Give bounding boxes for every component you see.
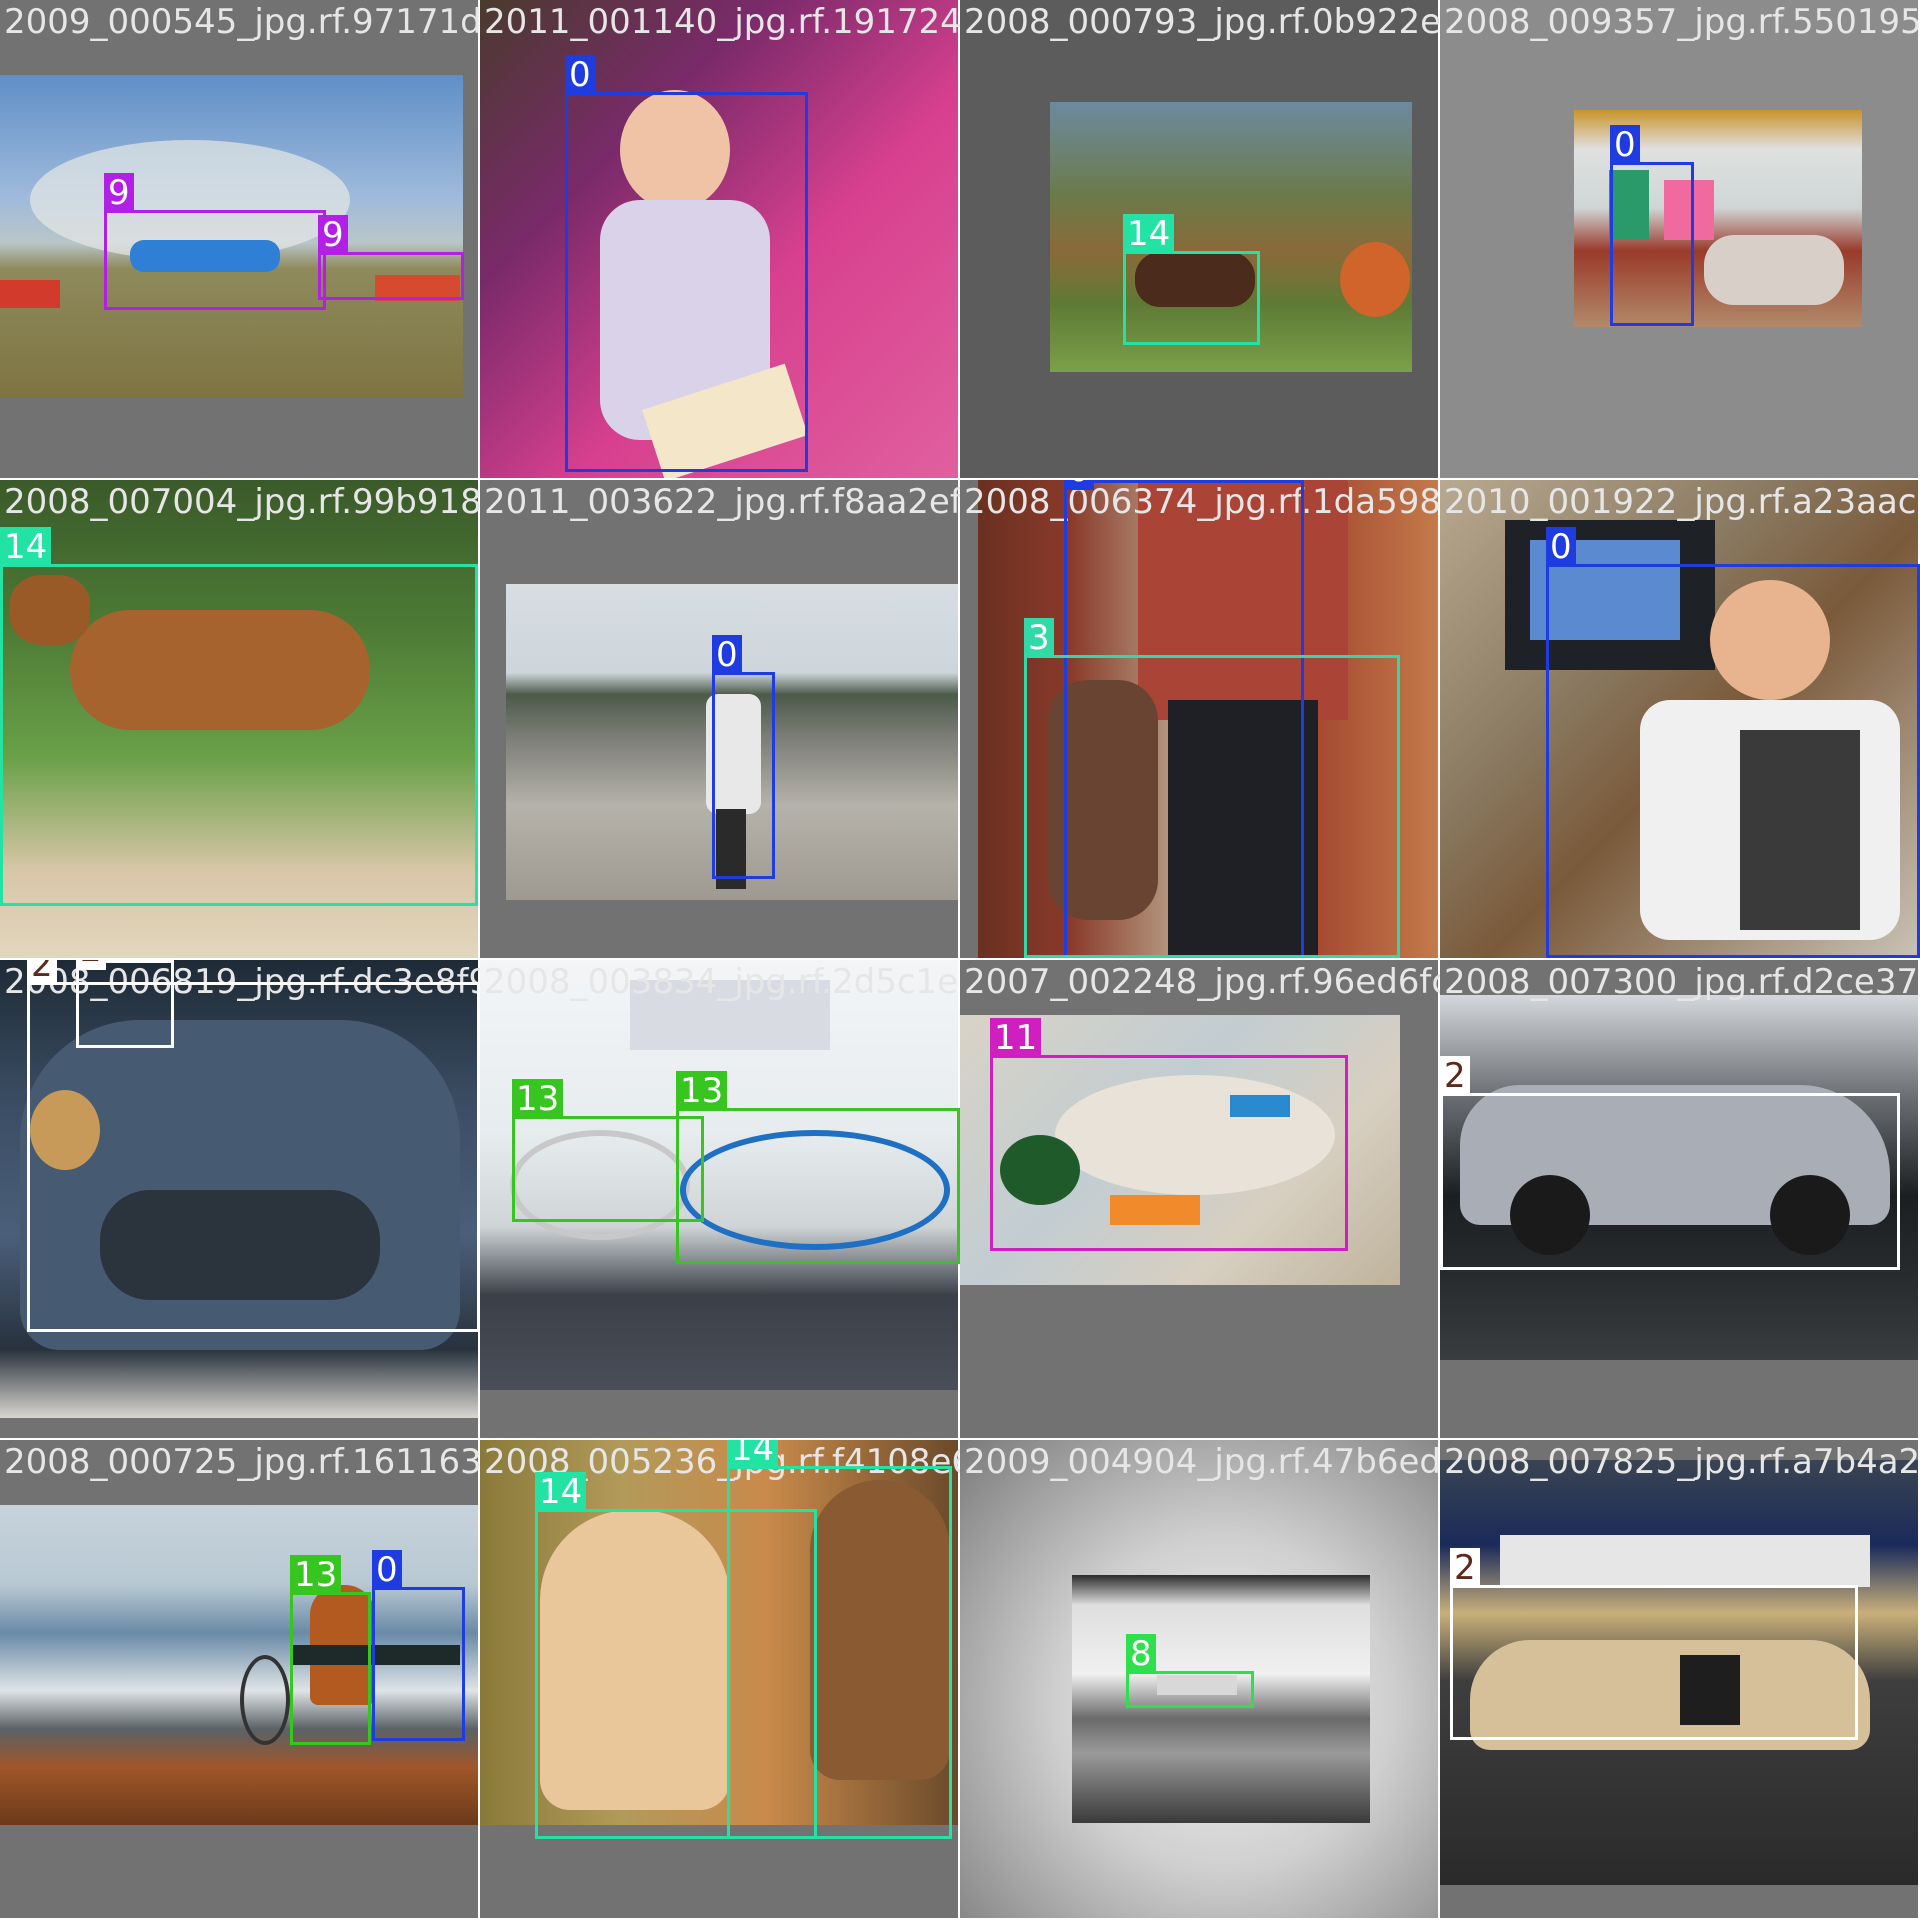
detection-box: 0 — [1610, 125, 1694, 326]
image-filename: 2008_000793_jpg.rf.0b922e — [964, 2, 1440, 42]
class-label: 13 — [290, 1555, 342, 1595]
image-filename: 2008_003834_jpg.rf.2d5c1e — [484, 962, 959, 1002]
class-label: 9 — [104, 173, 134, 213]
image-filename: 2011_003622_jpg.rf.f8aa2ef — [484, 482, 960, 522]
mosaic-tile: 2008_005236_jpg.rf.f4108e6 14 14 — [480, 1440, 960, 1920]
mosaic-tile: 2010_001922_jpg.rf.a23aac 0 — [1440, 480, 1920, 960]
class-label: 0 — [1546, 527, 1576, 567]
class-label: 3 — [1024, 618, 1054, 658]
detection-box: 14 — [1123, 214, 1260, 345]
mosaic-tile: 2011_001140_jpg.rf.191724 0 — [480, 0, 960, 480]
detection-box: 0 — [565, 55, 808, 472]
mosaic-tile: 2008_003834_jpg.rf.2d5c1e 13 13 — [480, 960, 960, 1440]
mosaic-tile: 2007_002248_jpg.rf.96ed6fc 11 — [960, 960, 1440, 1440]
class-label: 2 — [1440, 1056, 1470, 1096]
image-filename: 2008_009357_jpg.rf.550195 — [1444, 2, 1920, 42]
detection-box: 2 — [1450, 1548, 1858, 1740]
detection-box: 2 — [76, 960, 174, 1048]
mosaic-tile: 2009_004904_jpg.rf.47b6ede 8 — [960, 1440, 1440, 1920]
mosaic-tile: 2008_009357_jpg.rf.550195 0 — [1440, 0, 1920, 480]
class-label: 0 — [565, 55, 595, 95]
detection-box: 14 — [0, 527, 478, 906]
detection-box: 14 — [727, 1440, 952, 1839]
class-label: 14 — [535, 1472, 587, 1512]
class-label: 2 — [1450, 1548, 1480, 1588]
detection-box: 0 — [1546, 527, 1920, 958]
detection-box: 13 — [290, 1555, 371, 1745]
image-filename: 2009_004904_jpg.rf.47b6ede — [964, 1442, 1440, 1482]
image-filename: 2008_000725_jpg.rf.161163 — [4, 1442, 480, 1482]
training-batch-mosaic: 2009_000545_jpg.rf.97171d 9 9 2011_00114… — [0, 0, 1920, 1920]
class-label: 2 — [27, 960, 57, 985]
class-label: 13 — [512, 1079, 564, 1119]
detection-box: 13 — [676, 1071, 960, 1264]
detection-box: 0 — [712, 635, 775, 879]
mosaic-tile: 2008_007300_jpg.rf.d2ce37 2 — [1440, 960, 1920, 1440]
class-label: 9 — [318, 215, 348, 255]
class-label: 0 — [1064, 480, 1094, 490]
image-filename: 2008_007300_jpg.rf.d2ce37 — [1444, 962, 1919, 1002]
image-filename: 2008_007825_jpg.rf.a7b4a2 — [1444, 1442, 1920, 1482]
image-filename: 2008_007004_jpg.rf.99b918 — [4, 482, 480, 522]
class-label: 13 — [676, 1071, 728, 1111]
mosaic-tile: 2009_000545_jpg.rf.97171d 9 9 — [0, 0, 480, 480]
class-label: 11 — [990, 1018, 1042, 1058]
detection-box: 3 — [1024, 618, 1400, 958]
image-filename: 2011_001140_jpg.rf.191724 — [484, 2, 960, 42]
mosaic-tile: 2011_003622_jpg.rf.f8aa2ef 0 — [480, 480, 960, 960]
class-label: 14 — [727, 1440, 779, 1469]
detection-box: 8 — [1126, 1634, 1254, 1708]
detection-box: 9 — [104, 173, 326, 310]
detection-box: 9 — [318, 215, 464, 300]
mosaic-tile: 2008_000793_jpg.rf.0b922e 14 — [960, 0, 1440, 480]
class-label: 0 — [372, 1550, 402, 1590]
image-filename: 2009_000545_jpg.rf.97171d — [4, 2, 480, 42]
image-filename: 2010_001922_jpg.rf.a23aac — [1444, 482, 1917, 522]
class-label: 14 — [1123, 214, 1175, 254]
class-label: 2 — [76, 960, 106, 970]
mosaic-tile: 2008_000725_jpg.rf.161163 13 0 — [0, 1440, 480, 1920]
class-label: 14 — [0, 527, 52, 567]
detection-box: 11 — [990, 1018, 1348, 1251]
mosaic-tile: 2008_006819_jpg.rf.dc3e8f9 2 2 — [0, 960, 480, 1440]
detection-box: 0 — [372, 1550, 465, 1741]
image-filename: 2007_002248_jpg.rf.96ed6fc — [964, 962, 1440, 1002]
class-label: 8 — [1126, 1634, 1156, 1674]
class-label: 0 — [712, 635, 742, 675]
detection-box: 2 — [1440, 1056, 1900, 1270]
mosaic-tile: 2008_007004_jpg.rf.99b918 14 — [0, 480, 480, 960]
mosaic-tile: 2008_006374_jpg.rf.1da598 0 3 — [960, 480, 1440, 960]
mosaic-tile: 2008_007825_jpg.rf.a7b4a2 2 — [1440, 1440, 1920, 1920]
class-label: 0 — [1610, 125, 1640, 165]
